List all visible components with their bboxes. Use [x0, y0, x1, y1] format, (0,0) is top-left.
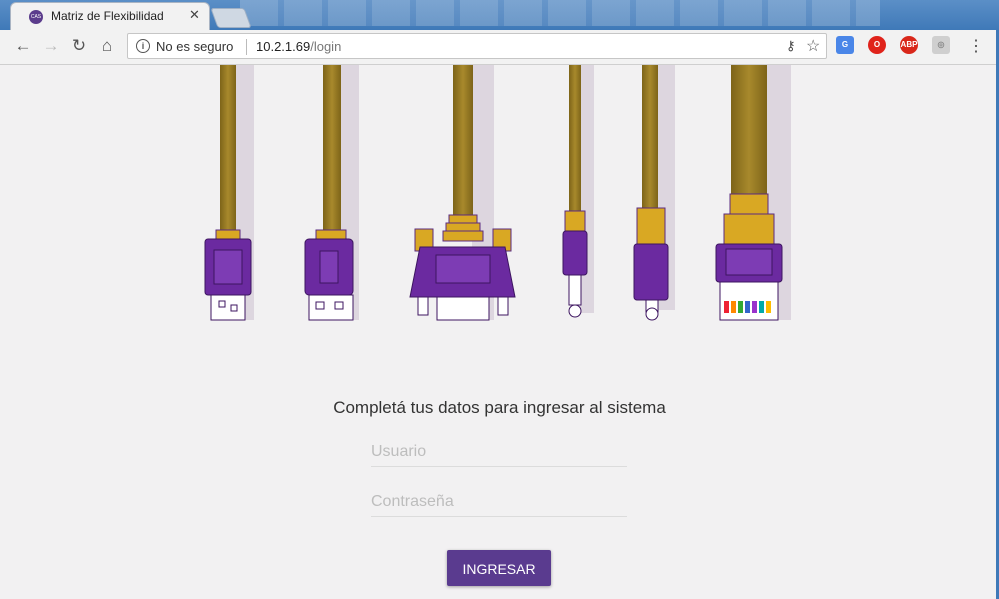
url-text[interactable]: 10.2.1.69/login	[256, 39, 341, 54]
new-tab-button[interactable]	[210, 8, 252, 28]
url-path: /login	[310, 39, 342, 54]
ethernet-cable-icon	[715, 65, 791, 321]
password-field-wrapper	[371, 490, 627, 517]
background-window-strip	[240, 0, 880, 26]
username-input[interactable]	[371, 440, 627, 464]
forward-arrow-icon[interactable]: →	[40, 35, 62, 57]
login-submit-button[interactable]: INGRESAR	[447, 550, 551, 586]
menu-dots-icon[interactable]: ⋮	[968, 36, 984, 56]
hdmi-cable-icon	[304, 65, 359, 321]
cables-illustration	[204, 65, 791, 321]
home-icon[interactable]: ⌂	[96, 35, 118, 57]
browser-toolbar: ← → ↻ ⌂ i No es seguro 10.2.1.69/login ⚷…	[0, 30, 999, 65]
info-icon[interactable]: i	[136, 39, 150, 53]
browser-tab[interactable]: CAS Matriz de Flexibilidad ✕	[10, 2, 210, 31]
opera-icon[interactable]: O	[868, 36, 886, 54]
username-field-wrapper	[371, 440, 627, 467]
usb-cable-icon	[204, 65, 254, 321]
extension-icon[interactable]: ◎	[932, 36, 950, 54]
translate-icon[interactable]: G	[836, 36, 854, 54]
key-icon[interactable]: ⚷	[786, 38, 796, 54]
security-label[interactable]: No es seguro	[156, 39, 233, 54]
adblock-icon[interactable]: ABP	[900, 36, 918, 54]
login-page: Completá tus datos para ingresar al sist…	[0, 65, 999, 599]
divider	[246, 39, 247, 55]
rca-cable-icon	[633, 65, 675, 321]
address-bar[interactable]: i No es seguro 10.2.1.69/login ⚷ ☆	[127, 33, 827, 59]
login-heading: Completá tus datos para ingresar al sist…	[333, 398, 666, 417]
reload-icon[interactable]: ↻	[68, 35, 90, 57]
window-title-bar: CAS Matriz de Flexibilidad ✕	[0, 0, 999, 31]
audio-jack-icon	[562, 65, 594, 318]
tab-close-icon[interactable]: ✕	[189, 7, 200, 23]
tab-title: Matriz de Flexibilidad	[51, 9, 164, 23]
password-input[interactable]	[371, 490, 627, 514]
star-icon[interactable]: ☆	[806, 36, 820, 56]
vga-cable-icon	[409, 65, 516, 321]
back-arrow-icon[interactable]: ←	[12, 35, 34, 57]
tab-favicon-icon: CAS	[29, 10, 43, 24]
url-host: 10.2.1.69	[256, 39, 311, 54]
